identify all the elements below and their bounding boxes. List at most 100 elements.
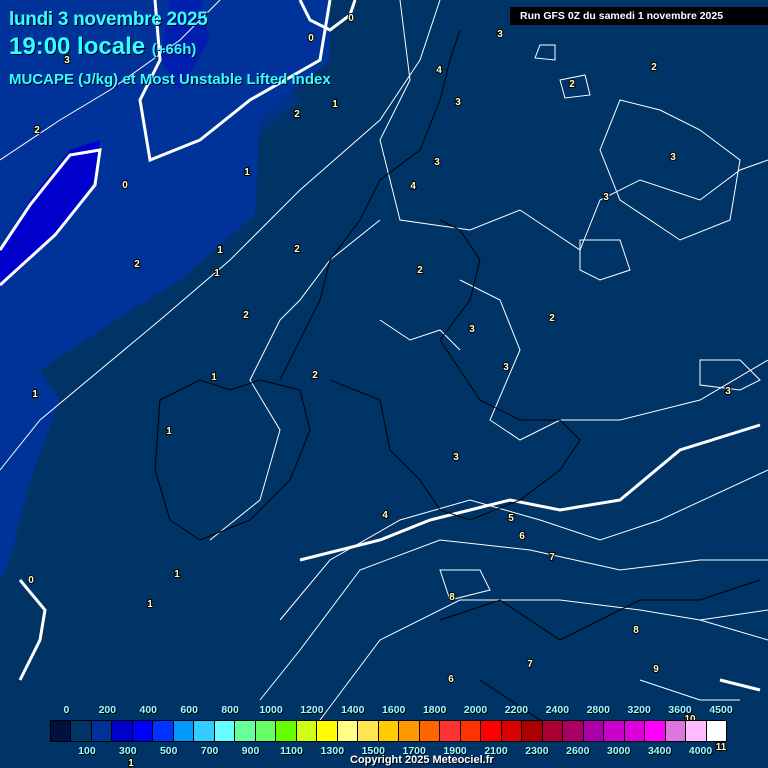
- legend-label: 3000: [607, 745, 631, 757]
- contour-label: 8: [449, 592, 455, 603]
- contour-label: 4: [410, 181, 416, 192]
- contour-label: 2: [549, 313, 555, 324]
- contour-label: 3: [434, 157, 440, 168]
- legend-label: 2300: [525, 745, 549, 757]
- legend-swatch: [235, 721, 256, 741]
- legend-swatch: [51, 721, 72, 741]
- contour-label: 3: [455, 97, 461, 108]
- contour-label: 1: [332, 99, 338, 110]
- map-canvas: 0003212111221 211114334323232323334 567887…: [0, 0, 768, 768]
- legend-swatch: [604, 721, 625, 741]
- legend-swatch: [419, 721, 441, 741]
- legend-label: 1700: [402, 745, 426, 757]
- contour-label: 1: [211, 372, 217, 383]
- contour-label: 2: [294, 244, 300, 255]
- contour-label: 3: [670, 152, 676, 163]
- contour-label: 0: [348, 13, 354, 24]
- legend-label: 1000: [259, 704, 283, 716]
- legend-label: 2000: [463, 704, 488, 716]
- contour-label: 2: [651, 62, 657, 73]
- contour-label: 2: [243, 310, 249, 321]
- contour-label: 6: [448, 674, 454, 685]
- legend-swatch: [501, 721, 523, 741]
- legend-swatch: [583, 721, 605, 741]
- legend-swatch: [706, 721, 726, 741]
- legend-label: 2600: [566, 745, 590, 757]
- legend-label: 600: [180, 704, 198, 716]
- legend-swatch: [296, 721, 318, 741]
- legend-label: 2200: [504, 704, 529, 716]
- forecast-time: 19:00 locale (+66h): [9, 33, 196, 61]
- contour-label: 3: [453, 452, 459, 463]
- contour-label: 2: [417, 265, 423, 276]
- legend-label: 3200: [627, 704, 651, 716]
- legend-swatch: [255, 721, 277, 741]
- legend-label: 1500: [361, 745, 385, 757]
- contour-label: 2: [134, 259, 140, 270]
- legend-swatch: [153, 721, 174, 741]
- legend-swatch: [563, 721, 584, 741]
- contour-label: 4: [436, 65, 442, 76]
- legend-swatch: [440, 721, 461, 741]
- legend-label: 700: [200, 745, 219, 757]
- legend-swatch: [522, 721, 543, 741]
- contour-label: 2: [294, 109, 300, 120]
- legend-swatch: [91, 721, 113, 741]
- contour-label: 7: [549, 552, 555, 563]
- forecast-date: lundi 3 novembre 2025: [9, 9, 208, 30]
- legend-swatch: [460, 721, 482, 741]
- contour-label: 1: [174, 569, 180, 580]
- legend-label: 500: [159, 745, 178, 757]
- legend-label: 800: [221, 704, 239, 716]
- legend-label: 3600: [668, 704, 692, 716]
- contour-label: 1: [244, 167, 250, 178]
- contour-label: 1: [217, 245, 223, 256]
- legend-swatch: [317, 721, 338, 741]
- contour-label: 0: [122, 180, 128, 191]
- legend-label: 2800: [586, 704, 610, 716]
- color-scale-legend: [50, 720, 727, 742]
- run-info: Run GFS 0Z du samedi 1 novembre 2025: [510, 7, 768, 25]
- contour-label: 1: [128, 758, 134, 768]
- legend-label: 2100: [484, 745, 508, 757]
- contour-label: 5: [508, 513, 514, 524]
- contour-label: 9: [653, 664, 659, 675]
- contour-label: 7: [527, 659, 533, 670]
- contour-label: 8: [633, 625, 639, 636]
- legend-label: 400: [139, 704, 158, 716]
- legend-label: 1300: [320, 745, 345, 757]
- legend-swatch: [71, 721, 92, 741]
- legend-swatch: [358, 721, 379, 741]
- legend-swatch: [624, 721, 646, 741]
- legend-swatch: [481, 721, 502, 741]
- contour-label: 2: [569, 79, 575, 90]
- legend-label: 1800: [422, 704, 447, 716]
- contour-label: 1: [32, 389, 38, 400]
- legend-label: 100: [78, 745, 96, 757]
- contour-label: 1: [214, 268, 220, 279]
- contour-label: 3: [497, 29, 503, 40]
- legend-swatch: [337, 721, 359, 741]
- legend-label: 1200: [300, 704, 324, 716]
- contour-label: 3: [725, 386, 731, 397]
- legend-label: 1600: [382, 704, 406, 716]
- contour-label: 11: [716, 742, 727, 753]
- contour-label: 4: [382, 510, 388, 521]
- legend-swatch: [686, 721, 707, 741]
- legend-swatch: [645, 721, 666, 741]
- legend-label: 4500: [709, 704, 733, 716]
- local-time: 19:00 locale: [9, 33, 146, 60]
- legend-swatch: [378, 721, 400, 741]
- legend-swatch: [173, 721, 195, 741]
- legend-label: 2400: [545, 704, 570, 716]
- contour-label: 3: [469, 324, 475, 335]
- legend-swatch: [214, 721, 236, 741]
- legend-label: 900: [241, 745, 260, 757]
- legend-label: 200: [98, 704, 117, 716]
- legend-label: 3400: [647, 745, 672, 757]
- contour-label: 1: [166, 426, 172, 437]
- contour-label: 3: [603, 192, 609, 203]
- legend-label: 0: [63, 704, 70, 716]
- legend-swatch: [665, 721, 687, 741]
- weather-map: 0003212111221211114334323232323334567887…: [0, 0, 768, 768]
